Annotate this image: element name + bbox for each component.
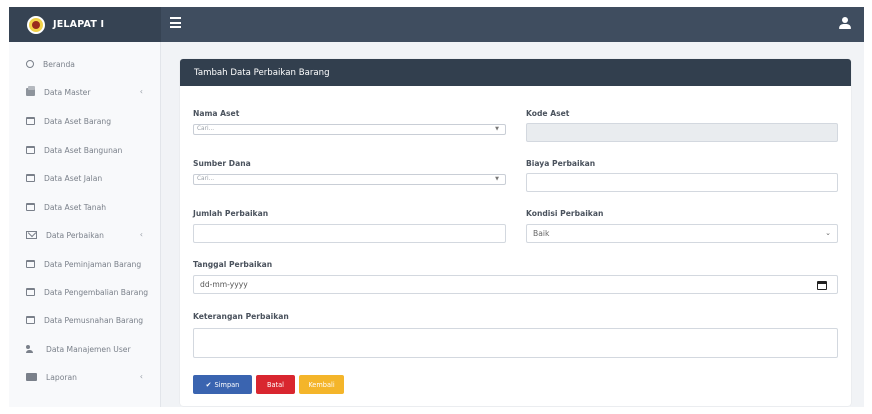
chevron-down-icon: ⌄ (825, 229, 831, 237)
kondisi-perbaikan-select[interactable]: Baik ⌄ (526, 224, 838, 243)
biaya-perbaikan-input[interactable] (526, 173, 838, 192)
sidebar-item-label: Data Manajemen User (46, 344, 131, 354)
sidebar-item-data-peminjaman-barang[interactable]: Data Peminjaman Barang (9, 254, 161, 274)
sidebar-item-data-manajemen-user[interactable]: Data Manajemen User (9, 339, 161, 359)
tanggal-perbaikan-placeholder: dd-mm-yyyy (200, 280, 248, 289)
menu-toggle-icon[interactable] (170, 17, 182, 31)
jumlah-perbaikan-input[interactable] (193, 224, 506, 243)
brand-name: JELAPAT I (53, 19, 105, 30)
calendar-icon (26, 260, 35, 268)
envelope-icon (26, 231, 37, 239)
user-icon[interactable] (839, 17, 851, 31)
sidebar-item-label: Data Aset Bangunan (44, 145, 123, 155)
brand[interactable]: JELAPAT I (9, 7, 161, 42)
sidebar-item-label: Data Aset Tanah (44, 202, 107, 212)
nama-aset-placeholder: Cari... (197, 126, 215, 132)
sumber-dana-placeholder: Cari... (197, 176, 215, 182)
sidebar-item-label: Data Master (44, 87, 91, 97)
kondisi-perbaikan-value: Baik (533, 229, 550, 238)
tanggal-perbaikan-input[interactable]: dd-mm-yyyy (193, 275, 838, 294)
calendar-icon (26, 316, 35, 324)
form-card-header: Tambah Data Perbaikan Barang (180, 59, 851, 86)
calendar-icon[interactable] (817, 281, 827, 290)
tanggal-perbaikan-label: Tanggal Perbaikan (193, 260, 273, 269)
logo-icon (27, 15, 45, 34)
kode-aset-label: Kode Aset (526, 109, 570, 118)
back-button-label: Kembali (308, 380, 335, 389)
folder-icon (26, 86, 35, 96)
sidebar-item-data-aset-tanah[interactable]: Data Aset Tanah (9, 197, 161, 217)
keterangan-perbaikan-textarea[interactable] (193, 328, 838, 358)
keterangan-perbaikan-label: Keterangan Perbaikan (193, 312, 289, 321)
sidebar-item-label: Data Aset Barang (44, 116, 112, 126)
sidebar: Beranda Data Master ‹ Data Aset Barang D… (9, 42, 161, 407)
sidebar-item-label: Beranda (43, 59, 75, 69)
sidebar-item-label: Laporan (46, 372, 77, 382)
chevron-left-icon: ‹ (139, 372, 143, 381)
sidebar-item-beranda[interactable]: Beranda (9, 54, 161, 74)
dashboard-icon (26, 60, 34, 68)
chevron-left-icon: ‹ (139, 87, 143, 96)
caret-down-icon: ▼ (495, 126, 499, 132)
jumlah-perbaikan-label: Jumlah Perbaikan (193, 209, 269, 218)
sidebar-item-data-perbaikan[interactable]: Data Perbaikan ‹ (9, 225, 161, 245)
calendar-icon (26, 117, 35, 125)
sumber-dana-label: Sumber Dana (193, 159, 251, 168)
sidebar-item-data-aset-bangunan[interactable]: Data Aset Bangunan (9, 140, 161, 160)
biaya-perbaikan-label: Biaya Perbaikan (526, 159, 596, 168)
sidebar-item-label: Data Peminjaman Barang (44, 259, 142, 269)
sumber-dana-select[interactable]: Cari... ▼ (193, 174, 506, 185)
app-window: JELAPAT I Beranda Data Master ‹ Data Ase… (9, 7, 864, 407)
sidebar-item-data-aset-jalan[interactable]: Data Aset Jalan (9, 168, 161, 188)
sidebar-item-laporan[interactable]: Laporan ‹ (9, 367, 161, 387)
calendar-icon (26, 174, 35, 182)
report-icon (26, 373, 37, 381)
form-title: Tambah Data Perbaikan Barang (194, 67, 330, 78)
cancel-button[interactable]: Batal (256, 375, 295, 394)
top-navbar: JELAPAT I (9, 7, 864, 42)
check-icon: ✔ (205, 380, 212, 389)
save-button-label: Simpan (214, 380, 240, 389)
cancel-button-label: Batal (266, 380, 285, 389)
back-button[interactable]: Kembali (299, 375, 344, 394)
sidebar-item-data-aset-barang[interactable]: Data Aset Barang (9, 111, 161, 131)
sidebar-item-data-pemusnahan-barang[interactable]: Data Pemusnahan Barang (9, 310, 161, 330)
sidebar-item-data-pengembalian-barang[interactable]: Data Pengembalian Barang (9, 282, 161, 302)
sidebar-item-label: Data Pemusnahan Barang (44, 315, 144, 325)
calendar-icon (26, 203, 35, 211)
kode-aset-input (526, 123, 838, 142)
nama-aset-select[interactable]: Cari... ▼ (193, 124, 506, 135)
calendar-icon (26, 146, 35, 154)
nama-aset-label: Nama Aset (193, 109, 240, 118)
sidebar-item-label: Data Pengembalian Barang (44, 287, 149, 297)
sidebar-item-label: Data Aset Jalan (44, 173, 103, 183)
kondisi-perbaikan-label: Kondisi Perbaikan (526, 209, 604, 218)
chevron-left-icon: ‹ (139, 230, 143, 239)
users-icon (26, 345, 37, 353)
save-button[interactable]: ✔ Simpan (193, 375, 252, 394)
sidebar-item-data-master[interactable]: Data Master ‹ (9, 82, 161, 102)
caret-down-icon: ▼ (495, 176, 499, 182)
sidebar-item-label: Data Perbaikan (46, 230, 104, 240)
calendar-icon (26, 288, 35, 296)
